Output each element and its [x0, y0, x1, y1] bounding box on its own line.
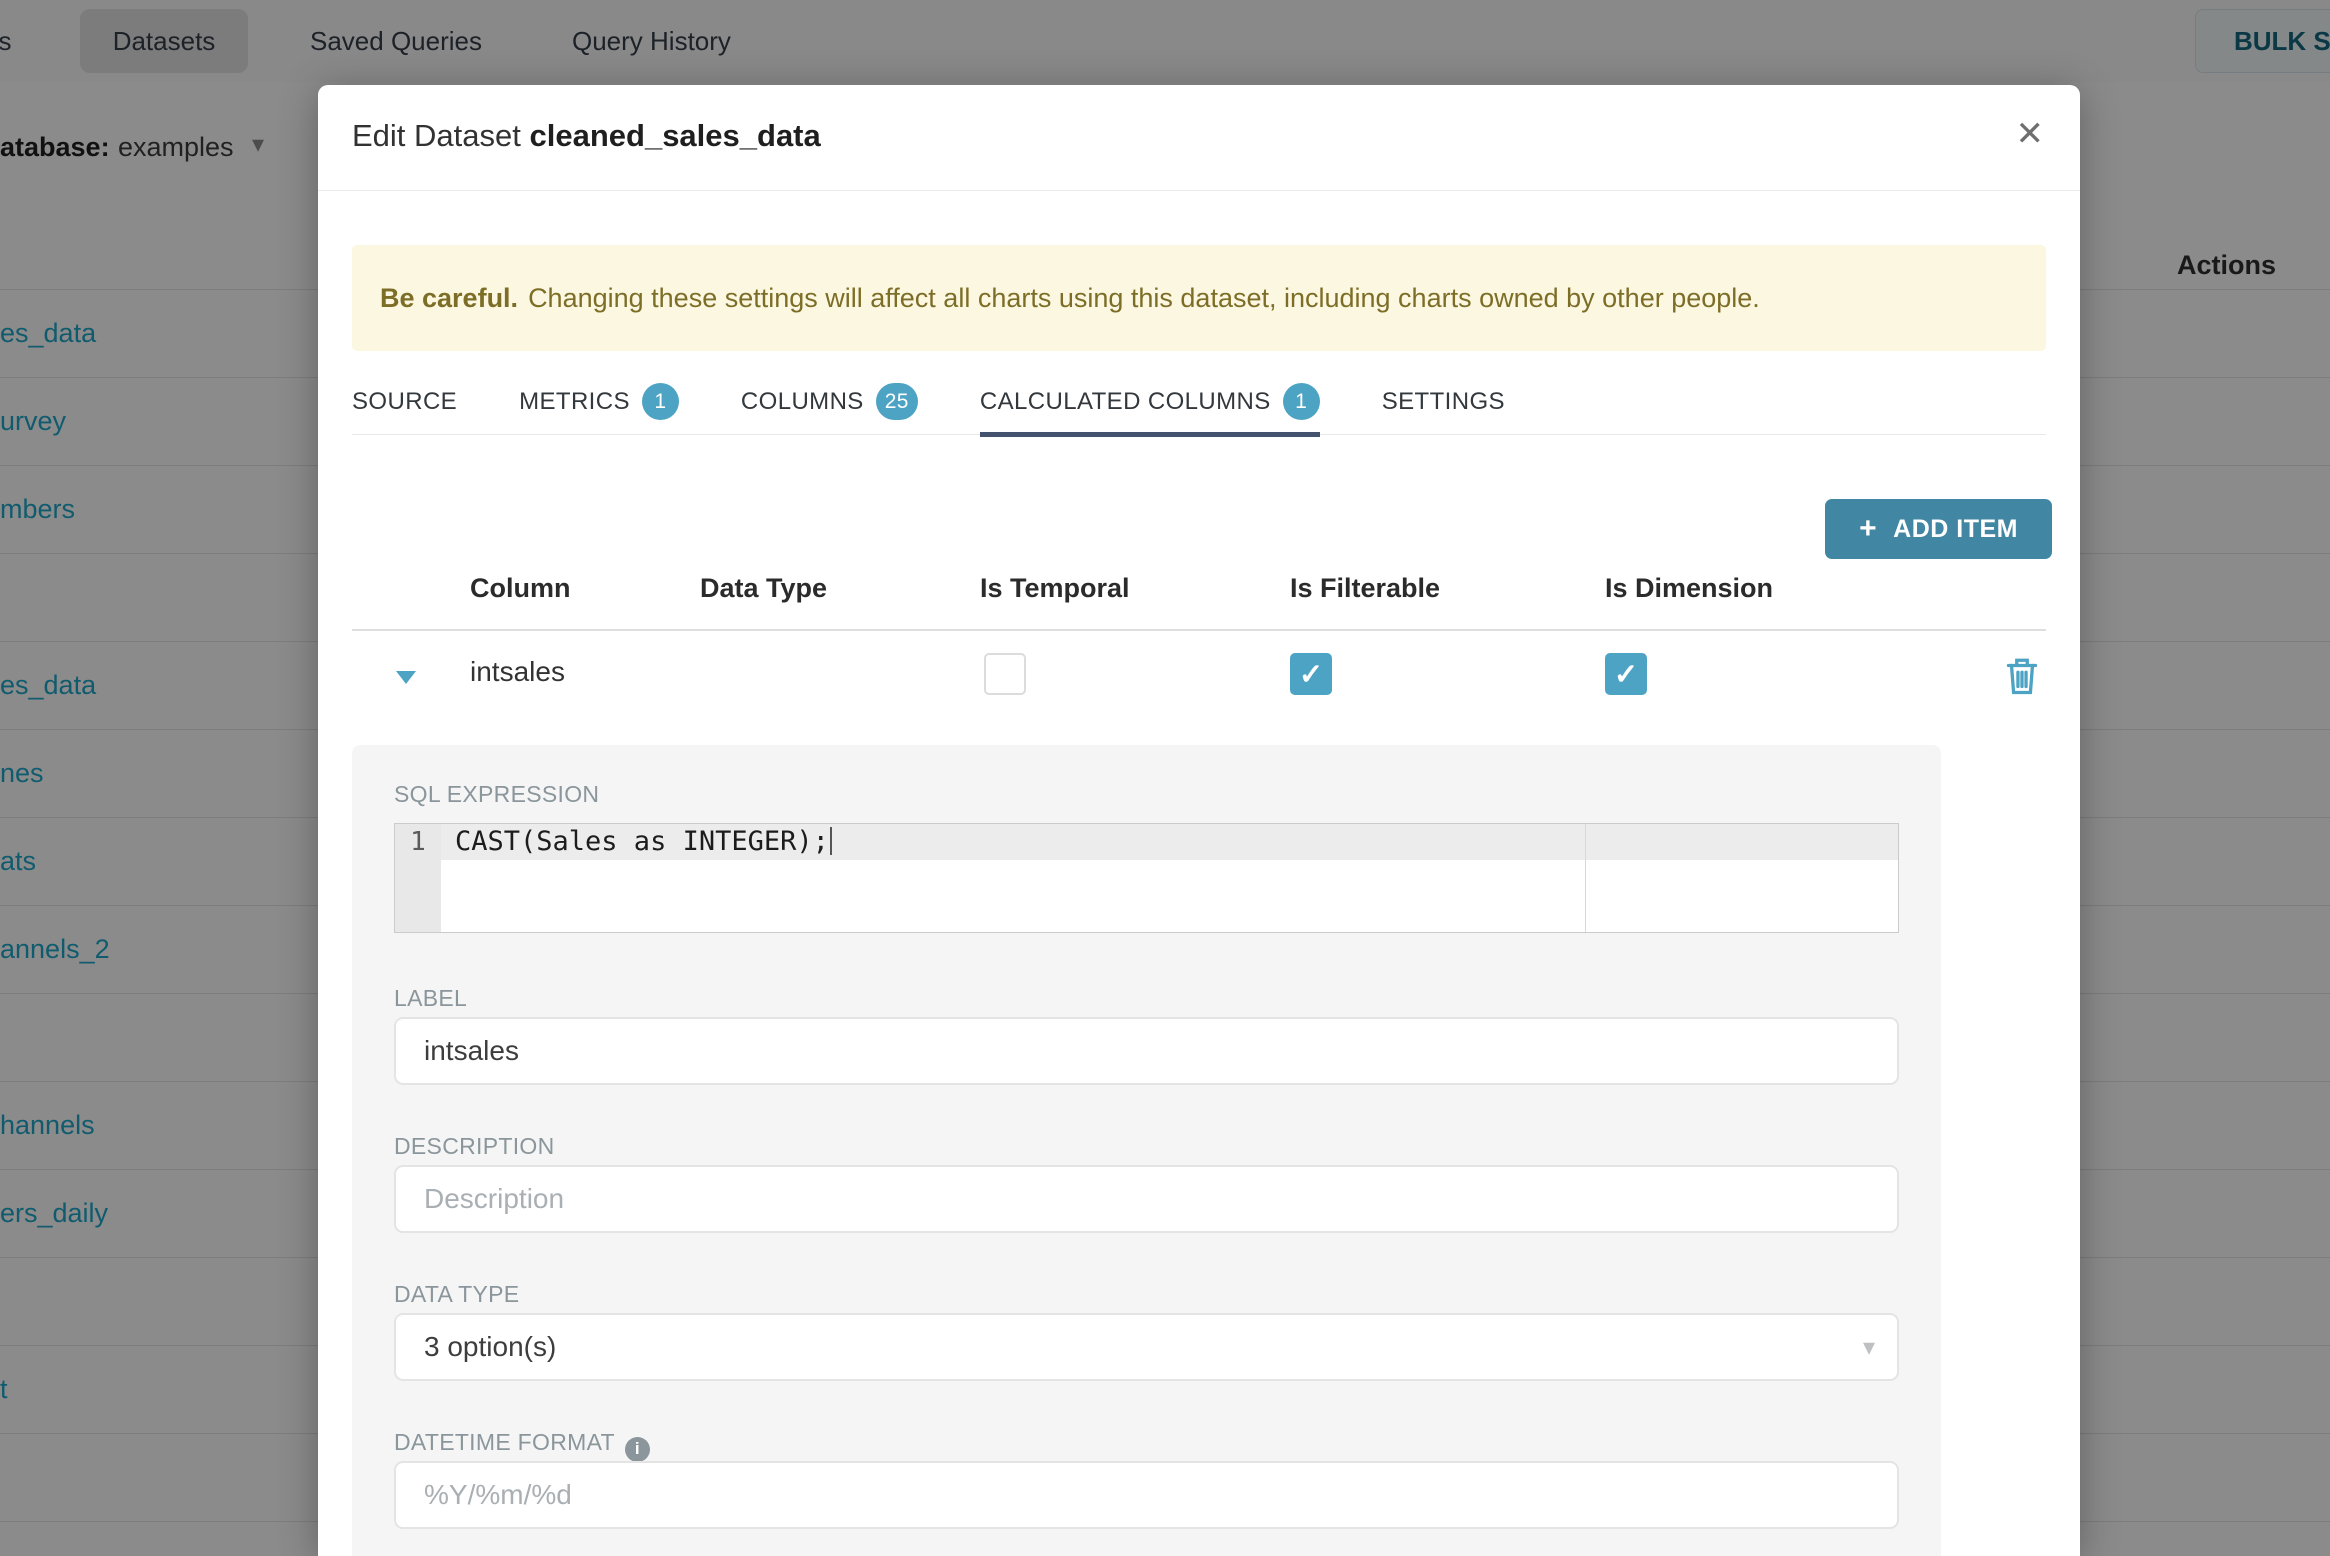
sql-expression-editor[interactable]: 1 CAST(Sales as INTEGER); [394, 823, 1899, 933]
description-input[interactable] [394, 1165, 1899, 1233]
tab-metrics[interactable]: METRICS 1 [519, 373, 679, 434]
tab-settings[interactable]: SETTINGS [1382, 373, 1505, 434]
tab-label: CALCULATED COLUMNS [979, 387, 1271, 415]
sql-expression-label: SQL EXPRESSION [394, 781, 600, 807]
label-input[interactable] [394, 1017, 1899, 1085]
warning-banner-text: Changing these settings will affect all … [528, 282, 1760, 313]
modal-title-prefix: Edit Dataset [352, 118, 521, 153]
data-type-value: 3 option(s) [424, 1331, 557, 1362]
trash-icon [2006, 658, 2038, 695]
calculated-columns-header-row: Column Data Type Is Temporal Is Filterab… [352, 565, 2046, 629]
sql-code: CAST(Sales as INTEGER); [455, 824, 832, 860]
warning-banner: Be careful. Changing these settings will… [352, 245, 2046, 351]
calculated-column-row: intsales ✓ ✓ [352, 631, 2046, 727]
datetime-format-input[interactable] [394, 1461, 1899, 1529]
text-cursor [829, 827, 832, 855]
calculated-columns-count-badge: 1 [1282, 383, 1320, 420]
is-filterable-header: Is Filterable [1290, 573, 1441, 603]
line-number: 1 [410, 827, 426, 857]
tab-columns[interactable]: COLUMNS 25 [741, 373, 918, 434]
add-item-button[interactable]: + ADD ITEM [1825, 499, 2052, 559]
columns-count-badge: 25 [875, 383, 918, 420]
modal-header: Edit Dataset cleaned_sales_data ✕ [318, 85, 2080, 191]
tab-label: SOURCE [352, 387, 458, 415]
plus-icon: + [1859, 512, 1878, 545]
calculated-column-name: intsales [470, 656, 565, 687]
modal-tabs: SOURCE METRICS 1 COLUMNS 25 CALCULATED C… [352, 373, 2046, 437]
description-field-label: DESCRIPTION [394, 1133, 555, 1159]
label-field-label: LABEL [394, 985, 468, 1011]
collapse-caret-icon[interactable] [396, 671, 416, 684]
data-type-select[interactable]: 3 option(s) ▾ [394, 1313, 1899, 1381]
is-temporal-checkbox[interactable] [984, 653, 1026, 695]
add-item-label: ADD ITEM [1893, 514, 2018, 543]
info-icon[interactable]: i [624, 1436, 650, 1462]
tab-label: METRICS [519, 387, 630, 415]
delete-column-button[interactable] [2004, 655, 2040, 702]
sql-code-text: CAST(Sales as INTEGER); [455, 826, 829, 857]
metrics-count-badge: 1 [641, 383, 679, 420]
is-temporal-header: Is Temporal [980, 573, 1130, 603]
datetime-format-label-text: DATETIME FORMAT [394, 1429, 615, 1455]
datetime-format-label: DATETIME FORMAT i [394, 1429, 650, 1462]
screen: es Datasets Saved Queries Query History … [0, 0, 2330, 1556]
modal-title: Edit Dataset cleaned_sales_data [352, 118, 821, 154]
calculated-column-detail-panel: SQL EXPRESSION 1 CAST(Sales as INTEGER);… [352, 745, 1941, 1556]
edit-dataset-modal: Edit Dataset cleaned_sales_data ✕ Be car… [318, 85, 2080, 1556]
is-filterable-checkbox[interactable]: ✓ [1290, 653, 1332, 695]
tab-calculated-columns[interactable]: CALCULATED COLUMNS 1 [979, 373, 1320, 437]
editor-print-margin [1585, 824, 1586, 932]
tab-label: SETTINGS [1381, 387, 1505, 415]
tab-source[interactable]: SOURCE [352, 373, 457, 434]
close-icon[interactable]: ✕ [2016, 117, 2045, 151]
dataset-name: cleaned_sales_data [529, 118, 821, 153]
column-header: Column [470, 573, 571, 603]
data-type-field-label: DATA TYPE [394, 1281, 520, 1307]
tab-label: COLUMNS [740, 387, 864, 415]
data-type-header: Data Type [700, 573, 828, 603]
is-dimension-header: Is Dimension [1605, 573, 1774, 603]
chevron-down-icon: ▾ [1862, 1334, 1875, 1361]
warning-banner-bold: Be careful. [380, 282, 519, 313]
is-dimension-checkbox[interactable]: ✓ [1605, 653, 1647, 695]
editor-gutter: 1 [395, 824, 441, 932]
